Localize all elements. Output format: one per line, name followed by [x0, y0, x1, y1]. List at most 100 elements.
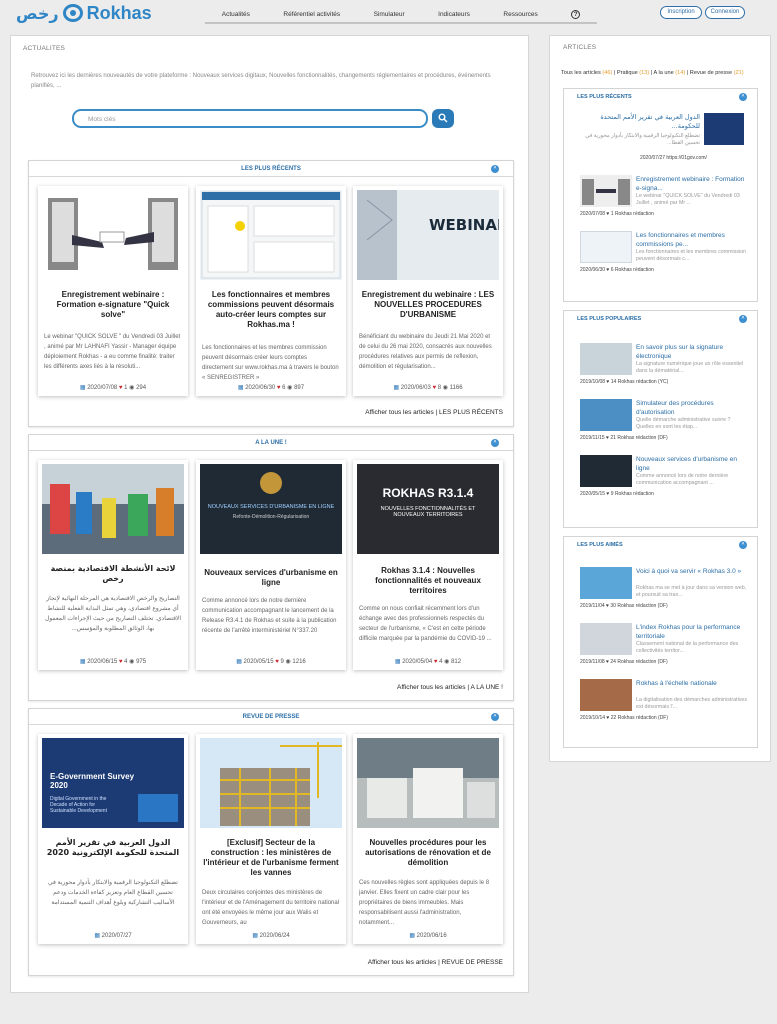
sidebar-article[interactable]: Simulateur des procédures d'autorisation… — [580, 399, 758, 445]
sidebar-article-meta: 2019/10/08 ♥ 14 Rokhas rédaction (YC) — [580, 379, 669, 385]
card-likes: 4 — [124, 659, 128, 665]
filter-all[interactable]: Tous les articles (46) — [561, 70, 612, 76]
sidebar-article-title[interactable]: En savoir plus sur la signature électron… — [636, 343, 748, 361]
card-title[interactable]: Nouvelles procédures pour les autorisati… — [359, 838, 497, 868]
intro-text: Retrouvez ici les dernières nouveautés d… — [31, 73, 491, 89]
card-likes: 1 — [124, 385, 128, 391]
sidebar-article[interactable]: L'index Rokhas pour la performance terri… — [580, 623, 758, 669]
sidebar-box-title: LES PLUS AIMÉS ^ — [564, 537, 757, 553]
sidebar-article-meta: 2019/11/04 ♥ 30 Rokhas rédaction (DF) — [580, 603, 668, 609]
collapse-icon[interactable]: ^ — [491, 165, 499, 173]
sidebar-thumb — [580, 399, 632, 431]
filter-presse[interactable]: Revue de presse (21) — [690, 70, 744, 76]
article-card[interactable]: Les fonctionnaires et membres commission… — [196, 186, 346, 396]
sidebar-article-meta: 2020/07/08 ♥ 1 Rokhas rédaction — [580, 211, 654, 217]
collapse-icon[interactable]: ^ — [739, 315, 747, 323]
card-date: 2020/07/08 — [87, 385, 118, 391]
sidebar-thumb — [704, 113, 744, 145]
inscription-button[interactable]: Inscription — [660, 6, 702, 19]
card-title[interactable]: Enregistrement du webinaire : LES NOUVEL… — [359, 290, 497, 320]
card-description: Bénéficiant du webinaire du Jeudi 21 Mai… — [359, 334, 492, 370]
show-all-recent-link[interactable]: Afficher tous les articles | LES PLUS RÉ… — [365, 409, 503, 416]
section-presse: REVUE DE PRESSE ^ E-Government Survey 202… — [28, 708, 514, 976]
rokhas-logo[interactable]: رخص Rokhas — [16, 2, 156, 24]
filter-une-label: A la une — [653, 70, 674, 76]
article-filters: Tous les articles (46) | Pratique (13) |… — [561, 70, 744, 76]
connexion-button[interactable]: Connexion — [705, 6, 745, 19]
card-title[interactable]: Enregistrement webinaire : Formation e-s… — [44, 290, 182, 320]
collapse-icon[interactable]: ^ — [491, 713, 499, 721]
sidebar-article-title[interactable]: Voici à quoi va servir « Rokhas 3.0 » — [636, 567, 748, 576]
nav-referentiel[interactable]: Référentiel activités — [283, 11, 340, 18]
nav-ressources[interactable]: Ressources — [503, 11, 537, 18]
sidebar-article[interactable]: Les fonctionnaires et membres commission… — [580, 231, 758, 277]
logo-text: Rokhas — [86, 2, 152, 23]
article-card[interactable]: Enregistrement webinaire : Formation e-s… — [38, 186, 188, 396]
card-title[interactable]: الدول العربية في تقرير الأمم المتحدة للح… — [44, 838, 182, 858]
article-card[interactable]: E-Government Survey 2020 Digital Governm… — [38, 734, 188, 944]
sidebar-box-recent: LES PLUS RÉCENTS ^ الدول العربية في تقرير… — [563, 88, 758, 302]
sidebar-article[interactable]: Rokhas à l'échelle nationale La digitali… — [580, 679, 758, 725]
article-card[interactable]: لائحة الأنشطة الاقتصادية بمنصة رخص التصا… — [38, 460, 188, 670]
sidebar-thumb — [580, 623, 632, 655]
sidebar-article-title[interactable]: Simulateur des procédures d'autorisation — [636, 399, 748, 417]
article-card[interactable]: Nouvelles procédures pour les autorisati… — [353, 734, 503, 944]
card-title[interactable]: Nouveaux services d'urbanisme en ligne — [202, 568, 340, 588]
card-description: التصاريح والرخص الاقتصادية هي المرحلة ال… — [44, 596, 182, 632]
sidebar-article[interactable]: En savoir plus sur la signature électron… — [580, 343, 758, 389]
eye-icon: ◉ — [444, 659, 450, 665]
nav-indicateurs[interactable]: Indicateurs — [438, 11, 470, 18]
heart-icon: ♥ — [275, 659, 279, 665]
sidebar-article-meta: 2019/10/14 ♥ 22 Rokhas rédaction (DF) — [580, 715, 669, 721]
sidebar-article-title[interactable]: L'index Rokhas pour la performance terri… — [636, 623, 748, 641]
collapse-icon[interactable]: ^ — [739, 541, 747, 549]
filter-une[interactable]: A la une (14) — [654, 70, 686, 76]
card-likes: 8 — [437, 385, 442, 391]
sidebar-article-title[interactable]: Rokhas à l'échelle nationale — [636, 679, 748, 688]
article-card[interactable]: WEBINAR Enregistrement du webinaire : LE… — [353, 186, 503, 396]
article-card[interactable]: ROKHAS R3.1.4 NOUVELLES FONCTIONNALITÉS … — [353, 460, 503, 670]
sidebar-article[interactable]: Voici à quoi va servir « Rokhas 3.0 » Ro… — [580, 567, 758, 613]
sidebar-box-title: LES PLUS POPULAIRES ^ — [564, 311, 757, 327]
sidebar-article[interactable]: الدول العربية في تقرير الأمم المتحدة للح… — [580, 113, 758, 163]
sidebar-article-title[interactable]: Les fonctionnaires et membres commission… — [636, 231, 748, 249]
sidebar-thumb — [580, 455, 632, 487]
card-views: 294 — [136, 385, 147, 391]
sidebar-box-title-text: LES PLUS AIMÉS — [577, 542, 623, 548]
sidebar-article-title[interactable]: Nouveaux services d'urbanisme en ligne — [636, 455, 748, 473]
card-date: 2020/05/04 — [402, 659, 433, 665]
article-card[interactable]: [Exclusif] Secteur de la construction : … — [196, 734, 346, 944]
nav-simulateur[interactable]: Simulateur — [374, 11, 405, 18]
sidebar-article-title[interactable]: الدول العربية في تقرير الأمم المتحدة للح… — [580, 113, 700, 131]
calendar-icon: ▦ — [237, 385, 244, 391]
sidebar-article-meta: 2019/11/15 ♥ 21 Rokhas rédaction (DF) — [580, 435, 668, 441]
card-likes: 9 — [280, 659, 284, 665]
sidebar-article[interactable]: Nouveaux services d'urbanisme en ligne C… — [580, 455, 758, 501]
help-icon[interactable]: ? — [571, 9, 581, 19]
card-views: 975 — [136, 659, 147, 665]
search-button[interactable] — [432, 109, 454, 128]
search-icon — [438, 113, 448, 123]
card-date: 2020/05/15 — [243, 659, 274, 665]
card-likes: 4 — [439, 659, 443, 665]
search-input[interactable]: Mots clés — [72, 109, 428, 128]
card-title[interactable]: Les fonctionnaires et membres commission… — [202, 290, 340, 330]
filter-une-count: (14) — [675, 70, 686, 76]
heart-icon: ♥ — [432, 385, 437, 391]
article-card[interactable]: NOUVEAUX SERVICES D'URBANISME EN LIGNE R… — [196, 460, 346, 670]
sidebar-article-desc: La signature numérique joue un rôle esse… — [636, 361, 744, 374]
card-title[interactable]: Rokhas 3.1.4 : Nouvelles fonctionnalités… — [359, 566, 497, 596]
nav-actualites[interactable]: Actualités — [222, 11, 250, 18]
card-title[interactable]: لائحة الأنشطة الاقتصادية بمنصة رخص — [44, 564, 182, 584]
collapse-icon[interactable]: ^ — [739, 93, 747, 101]
sidebar-article[interactable]: Enregistrement webinaire : Formation e-s… — [580, 175, 758, 221]
card-title[interactable]: [Exclusif] Secteur de la construction : … — [202, 838, 340, 878]
section-title: LES PLUS RÉCENTS ^ — [29, 161, 513, 177]
sidebar-article-title[interactable]: Enregistrement webinaire : Formation e-s… — [636, 175, 748, 193]
filter-pratique[interactable]: Pratique (13) — [617, 70, 649, 76]
eye-icon: ◉ — [442, 385, 448, 391]
show-all-une-link[interactable]: Afficher tous les articles | A LA UNE ! — [397, 684, 503, 691]
collapse-icon[interactable]: ^ — [491, 439, 499, 447]
section-title-text: LES PLUS RÉCENTS — [241, 166, 301, 172]
show-all-presse-link[interactable]: Afficher tous les articles | REVUE DE PR… — [368, 959, 503, 966]
